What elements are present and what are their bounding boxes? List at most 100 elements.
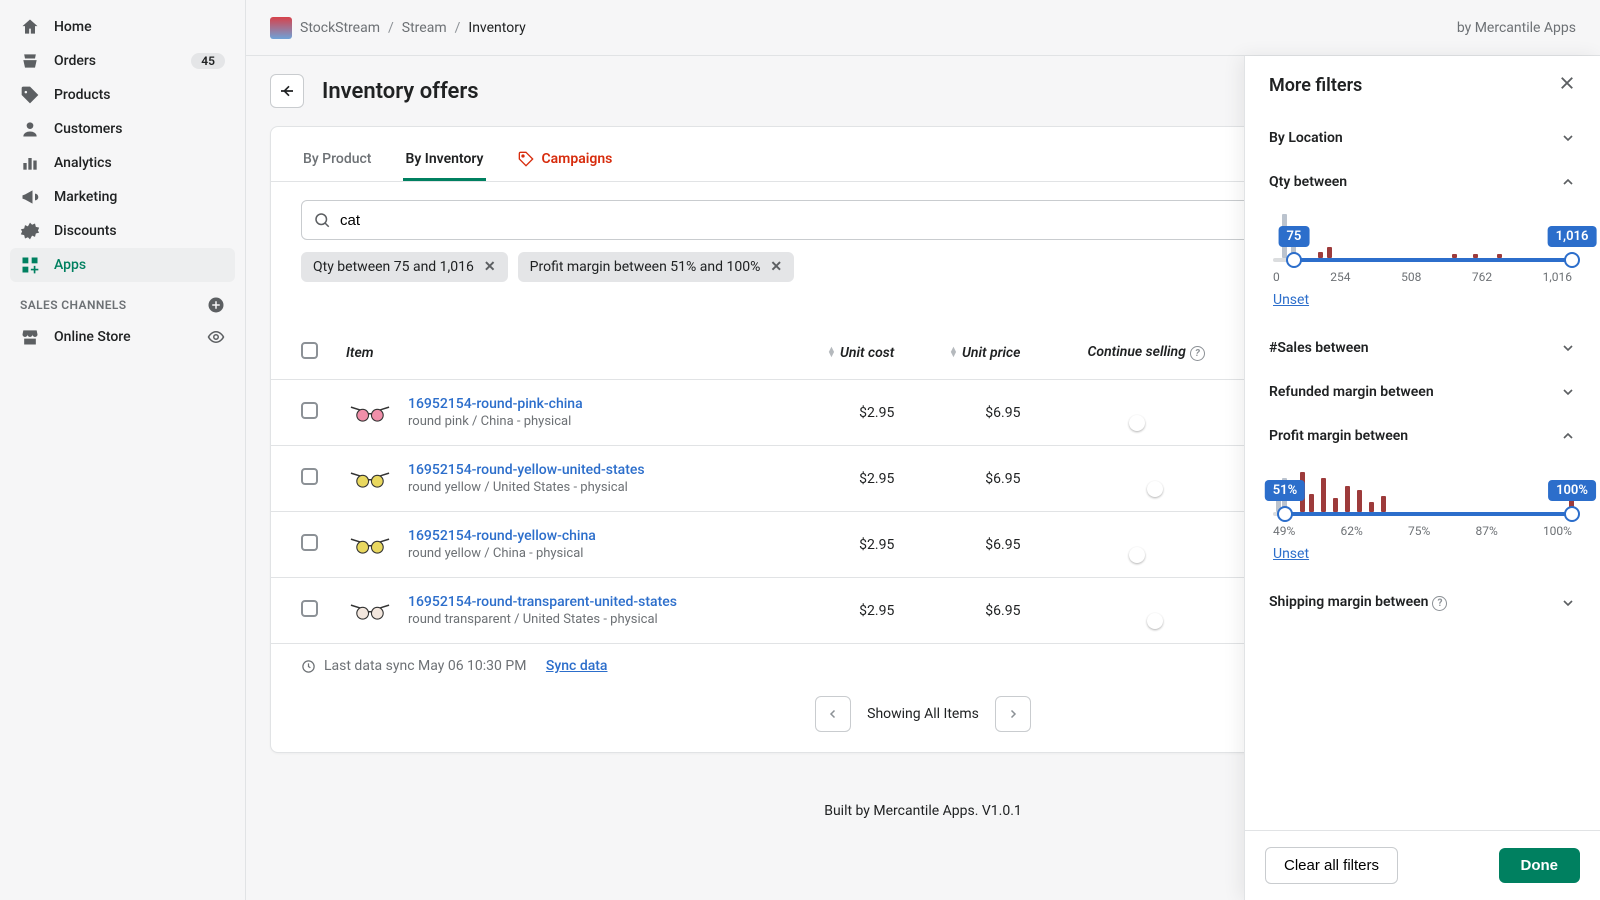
campaign-tag-icon	[518, 151, 534, 167]
filter-qty[interactable]: Qty between	[1269, 174, 1576, 190]
arrow-left-icon	[279, 83, 295, 99]
drawer-close-icon[interactable]	[1558, 74, 1576, 96]
sync-link[interactable]: Sync data	[546, 658, 608, 674]
product-title[interactable]: 16952154-round-yellow-united-states	[408, 462, 645, 478]
pager-prev[interactable]	[815, 696, 851, 732]
qty-max-handle[interactable]	[1564, 252, 1580, 268]
profit-histogram	[1273, 462, 1572, 512]
profit-max-bubble: 100%	[1548, 480, 1596, 501]
crumb-section[interactable]: Stream	[402, 20, 447, 36]
profit-slider[interactable]: 51% 100% 49%62%75%87%100% Unset	[1269, 444, 1576, 566]
col-unit-price[interactable]: ▲▼Unit price	[908, 326, 1034, 380]
chip-remove-icon[interactable]: ✕	[770, 259, 782, 275]
nav-apps[interactable]: Apps	[10, 248, 235, 282]
product-title[interactable]: 16952154-round-transparent-united-states	[408, 594, 677, 610]
qty-min-handle[interactable]	[1286, 252, 1302, 268]
nav-label: Home	[54, 19, 92, 35]
nav-label: Apps	[54, 257, 86, 273]
row-checkbox[interactable]	[301, 534, 318, 551]
crumb-app[interactable]: StockStream	[300, 20, 380, 36]
select-all-checkbox[interactable]	[301, 342, 318, 359]
drawer-title: More filters	[1269, 75, 1362, 96]
chip-profit: Profit margin between 51% and 100%✕	[518, 252, 794, 282]
nav-home[interactable]: Home	[10, 10, 235, 44]
sidebar: Home Orders 45 Products Customers Analyt…	[0, 0, 246, 900]
col-continue[interactable]: Continue selling?	[1034, 326, 1218, 380]
cell-cost: $2.95	[787, 578, 908, 644]
nav-orders[interactable]: Orders 45	[10, 44, 235, 78]
chevron-down-icon	[1560, 340, 1576, 356]
nav-products[interactable]: Products	[10, 78, 235, 112]
row-checkbox[interactable]	[301, 402, 318, 419]
qty-min-bubble: 75	[1278, 226, 1309, 247]
nav-label: Analytics	[54, 155, 112, 171]
tab-by-product[interactable]: By Product	[301, 141, 373, 181]
filter-refunded[interactable]: Refunded margin between	[1269, 384, 1576, 400]
product-variant: round pink / China - physical	[408, 414, 583, 429]
search-icon	[313, 211, 331, 229]
filter-location[interactable]: By Location	[1269, 130, 1576, 146]
help-icon[interactable]: ?	[1432, 596, 1447, 611]
eye-icon[interactable]	[207, 328, 225, 346]
profit-unset-link[interactable]: Unset	[1273, 546, 1309, 562]
nav-analytics[interactable]: Analytics	[10, 146, 235, 180]
channels-header: SALES CHANNELS	[10, 282, 235, 320]
product-thumbnail	[346, 398, 394, 428]
add-channel-icon[interactable]	[207, 296, 225, 314]
analytics-icon	[20, 153, 40, 173]
chevron-down-icon	[1560, 130, 1576, 146]
chevron-right-icon	[1007, 708, 1019, 720]
product-variant: round yellow / China - physical	[408, 546, 596, 561]
chevron-down-icon	[1560, 384, 1576, 400]
nav-marketing[interactable]: Marketing	[10, 180, 235, 214]
profit-min-handle[interactable]	[1277, 506, 1293, 522]
cell-cost: $2.95	[787, 446, 908, 512]
done-button[interactable]: Done	[1499, 848, 1581, 883]
nav-customers[interactable]: Customers	[10, 112, 235, 146]
chip-qty: Qty between 75 and 1,016✕	[301, 252, 508, 282]
product-title[interactable]: 16952154-round-pink-china	[408, 396, 583, 412]
product-thumbnail	[346, 464, 394, 494]
cell-cost: $2.95	[787, 380, 908, 446]
channel-online-store[interactable]: Online Store	[10, 320, 235, 354]
nav-discounts[interactable]: Discounts	[10, 214, 235, 248]
product-variant: round transparent / United States - phys…	[408, 612, 677, 627]
col-unit-cost[interactable]: ▲▼Unit cost	[787, 326, 908, 380]
row-checkbox[interactable]	[301, 600, 318, 617]
chevron-up-icon	[1560, 174, 1576, 190]
nav-label: Products	[54, 87, 111, 103]
qty-ticks: 02545087621,016	[1273, 270, 1572, 284]
row-checkbox[interactable]	[301, 468, 318, 485]
qty-slider[interactable]: 75 1,016 02545087621,016 Unset	[1269, 190, 1576, 312]
app-logo-icon	[270, 17, 292, 39]
orders-badge: 45	[191, 53, 225, 69]
pager-next[interactable]	[995, 696, 1031, 732]
qty-unset-link[interactable]: Unset	[1273, 292, 1309, 308]
filter-sales[interactable]: #Sales between	[1269, 340, 1576, 356]
chevron-left-icon	[827, 708, 839, 720]
crumb-current: Inventory	[468, 20, 525, 36]
clock-icon	[301, 659, 316, 674]
tag-icon	[20, 85, 40, 105]
profit-max-handle[interactable]	[1564, 506, 1580, 522]
clear-filters-button[interactable]: Clear all filters	[1265, 847, 1398, 884]
col-item[interactable]: Item	[332, 326, 787, 380]
help-icon[interactable]: ?	[1190, 346, 1205, 361]
chip-remove-icon[interactable]: ✕	[484, 259, 496, 275]
nav-label: Customers	[54, 121, 122, 137]
back-button[interactable]	[270, 74, 304, 108]
tab-by-inventory[interactable]: By Inventory	[403, 141, 485, 181]
cell-price: $6.95	[908, 512, 1034, 578]
cell-price: $6.95	[908, 380, 1034, 446]
filters-drawer: More filters By Location Qty between	[1244, 56, 1600, 900]
filter-shipping[interactable]: Shipping margin between?	[1269, 594, 1576, 611]
apps-icon	[20, 255, 40, 275]
nav-label: Marketing	[54, 189, 117, 205]
filter-profit[interactable]: Profit margin between	[1269, 428, 1576, 444]
cell-price: $6.95	[908, 446, 1034, 512]
discount-icon	[20, 221, 40, 241]
product-title[interactable]: 16952154-round-yellow-china	[408, 528, 596, 544]
byline: by Mercantile Apps	[1457, 20, 1576, 36]
orders-icon	[20, 51, 40, 71]
tab-campaigns[interactable]: Campaigns	[516, 141, 615, 181]
